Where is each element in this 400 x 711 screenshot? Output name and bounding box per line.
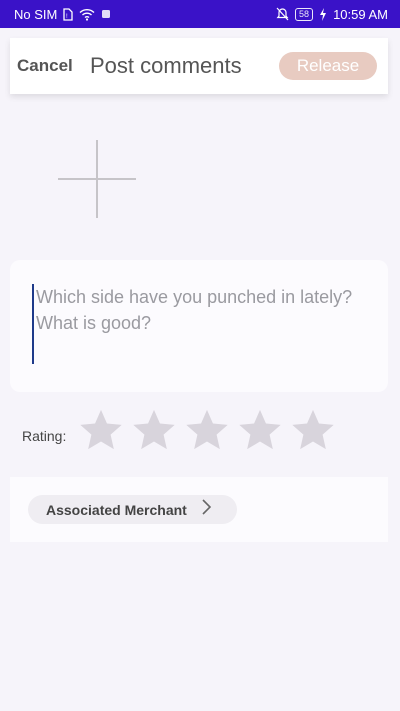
- charging-icon: [319, 7, 327, 21]
- add-image-button[interactable]: [58, 140, 136, 218]
- status-bar-right: 58 10:59 AM: [276, 7, 388, 22]
- chevron-right-icon: [201, 499, 211, 520]
- cancel-button[interactable]: Cancel: [17, 38, 73, 94]
- merchant-label: Associated Merchant: [46, 501, 187, 518]
- svg-text:!: !: [66, 14, 68, 20]
- sim-icon: !: [63, 7, 73, 21]
- star-icon[interactable]: [237, 407, 283, 453]
- page-title: Post comments: [90, 53, 242, 78]
- bell-off-icon: [276, 7, 289, 21]
- comment-card: [10, 260, 388, 392]
- wifi-icon: [79, 8, 95, 21]
- rating-stars: [78, 407, 336, 455]
- carrier-text: No SIM: [14, 6, 58, 22]
- notification-icon: [101, 9, 111, 19]
- release-button[interactable]: Release: [279, 52, 377, 80]
- plus-icon: [58, 140, 136, 218]
- star-icon[interactable]: [184, 407, 230, 453]
- star-icon[interactable]: [290, 407, 336, 453]
- star-icon[interactable]: [78, 407, 124, 453]
- status-bar-left: No SIM !: [14, 7, 111, 22]
- clock: 10:59 AM: [333, 6, 388, 22]
- header-bar: Cancel Post comments Release: [10, 38, 388, 94]
- comment-input[interactable]: [32, 284, 372, 364]
- star-icon[interactable]: [131, 407, 177, 453]
- battery-icon: 58: [295, 7, 314, 21]
- merchant-card: Associated Merchant: [10, 477, 388, 542]
- associated-merchant-button[interactable]: Associated Merchant: [28, 495, 237, 524]
- status-bar: No SIM ! 58 10:59 AM: [0, 0, 400, 28]
- rating-label: Rating:: [22, 428, 67, 444]
